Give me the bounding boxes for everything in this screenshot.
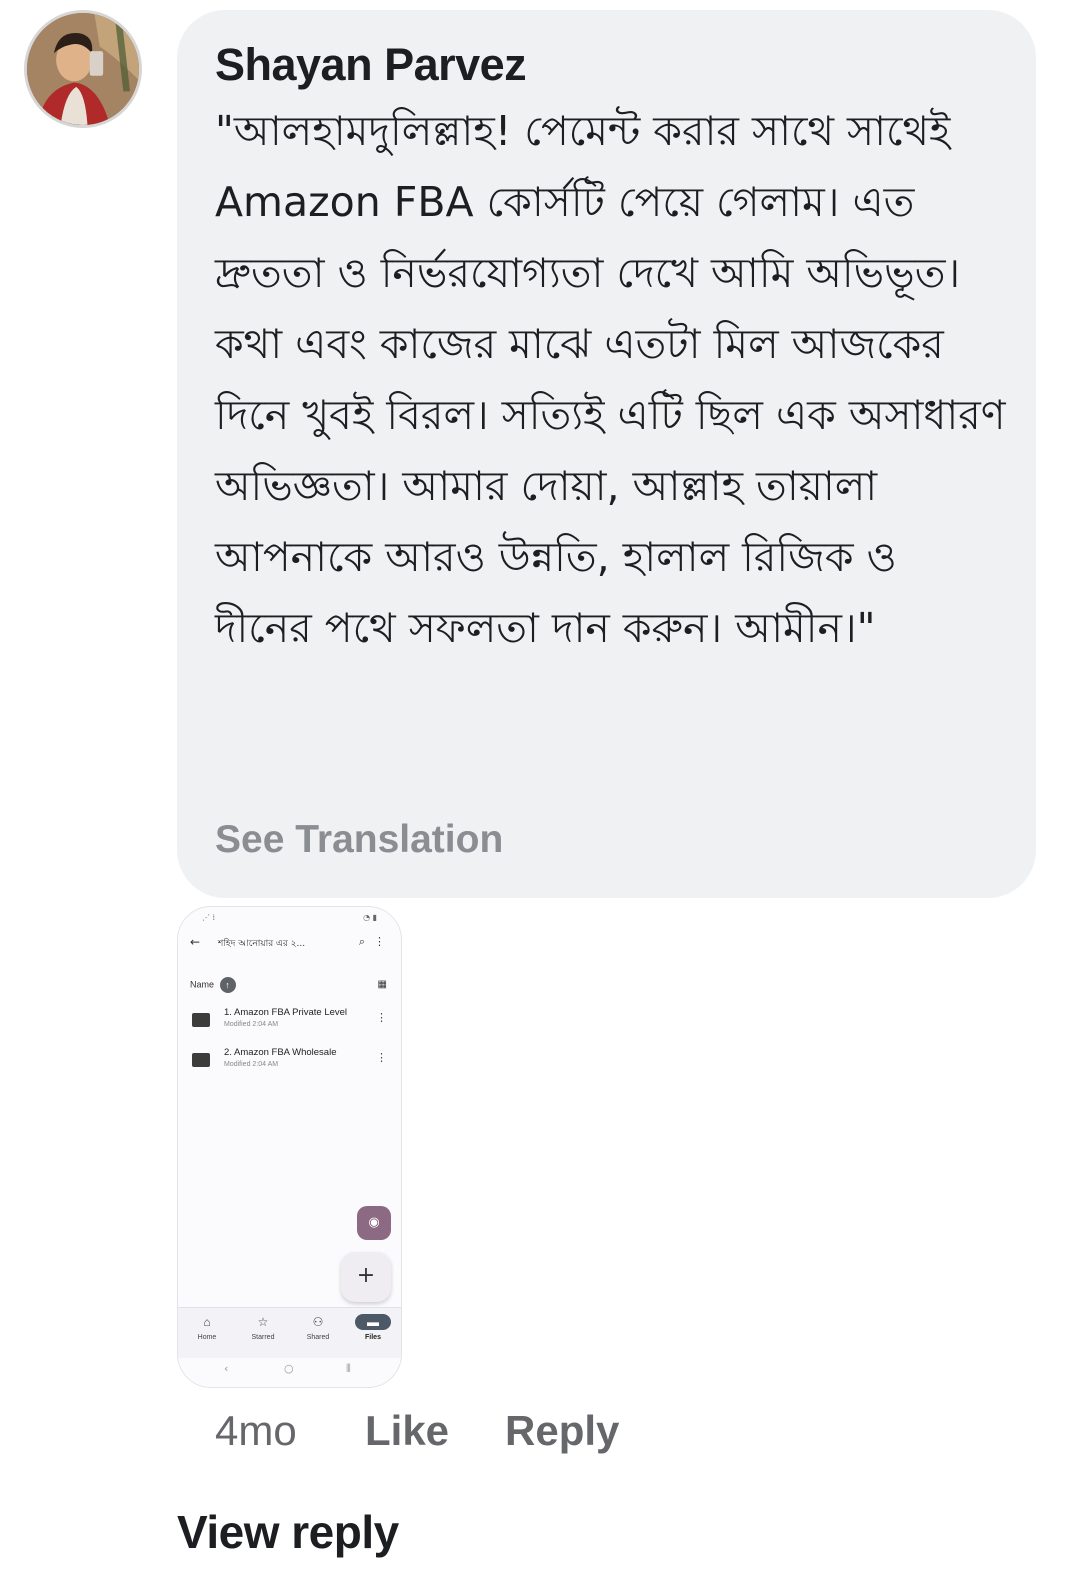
back-arrow-icon: ← xyxy=(190,935,201,949)
avatar[interactable] xyxy=(24,10,142,128)
reply-button[interactable]: Reply xyxy=(505,1402,619,1460)
shared-icon: ⚇ xyxy=(312,1315,324,1329)
drive-topbar: ← শহিদ আনোয়ার এর ২... ⌕ ⋮ xyxy=(190,935,389,953)
grid-view-icon: ▦ xyxy=(377,979,387,990)
folder-title: শহিদ আনোয়ার এর ২... xyxy=(218,939,306,949)
star-icon: ☆ xyxy=(257,1315,269,1329)
file-modified: Modified 2:04 AM xyxy=(224,1021,279,1028)
file-row: 1. Amazon FBA Private Level Modified 2:0… xyxy=(190,1007,389,1037)
sort-arrow-icon: ↑ xyxy=(219,977,236,993)
drive-bottom-nav: ⌂ Home ☆ Starred ⚇ Shared ▬ Files xyxy=(178,1307,401,1358)
nav-item-shared: ⚇ Shared xyxy=(293,1314,343,1341)
status-bar-left: ⋰ ⁞ xyxy=(202,913,216,922)
folder-icon xyxy=(192,1013,210,1027)
sort-bar: Name ↑ ▦ xyxy=(190,977,389,993)
nav-item-home: ⌂ Home xyxy=(182,1314,232,1341)
like-button[interactable]: Like xyxy=(365,1402,449,1460)
comment-author[interactable]: Shayan Parvez xyxy=(215,38,1006,92)
comment-timestamp: 4mo xyxy=(215,1407,297,1454)
nav-item-files: ▬ Files xyxy=(348,1314,398,1341)
attached-screenshot[interactable]: ⋰ ⁞ ◔ ▮ ← শহিদ আনোয়ার এর ২... ⌕ ⋮ Name … xyxy=(177,906,402,1388)
add-fab-icon: + xyxy=(341,1252,391,1302)
system-nav-bar: ‹ ○ ⦀ xyxy=(178,1362,401,1382)
camera-icon: ◉ xyxy=(357,1206,391,1240)
sort-label: Name xyxy=(190,979,215,990)
comment-body: "আলহামদুলিল্লাহ! পেমেন্ট করার সাথে সাথেই… xyxy=(215,107,1006,652)
home-circle-icon: ○ xyxy=(284,1362,294,1375)
file-modified: Modified 2:04 AM xyxy=(224,1061,279,1068)
comment-thread: Shayan Parvez "আলহামদুলিল্লাহ! পেমেন্ট ক… xyxy=(0,0,1080,1577)
more-vert-icon: ⋮ xyxy=(376,1012,387,1024)
more-vert-icon: ⋮ xyxy=(376,1052,387,1064)
file-name: 1. Amazon FBA Private Level xyxy=(224,1007,348,1018)
file-name: 2. Amazon FBA Wholesale xyxy=(224,1047,337,1058)
folder-icon: ▬ xyxy=(355,1314,391,1330)
more-vert-icon: ⋮ xyxy=(374,935,385,948)
back-chevron-icon: ‹ xyxy=(224,1362,229,1375)
file-row: 2. Amazon FBA Wholesale Modified 2:04 AM… xyxy=(190,1047,389,1077)
view-reply-link[interactable]: View reply xyxy=(177,1500,399,1564)
see-translation-link[interactable]: See Translation xyxy=(215,818,503,862)
comment-bubble: Shayan Parvez "আলহামদুলিল্লাহ! পেমেন্ট ক… xyxy=(177,10,1036,898)
folder-icon xyxy=(192,1053,210,1067)
recents-icon: ⦀ xyxy=(346,1362,351,1375)
nav-item-starred: ☆ Starred xyxy=(238,1314,288,1341)
avatar-image xyxy=(27,13,139,125)
status-bar-right: ◔ ▮ xyxy=(363,913,377,922)
home-icon: ⌂ xyxy=(203,1315,211,1329)
search-icon: ⌕ xyxy=(358,935,365,948)
